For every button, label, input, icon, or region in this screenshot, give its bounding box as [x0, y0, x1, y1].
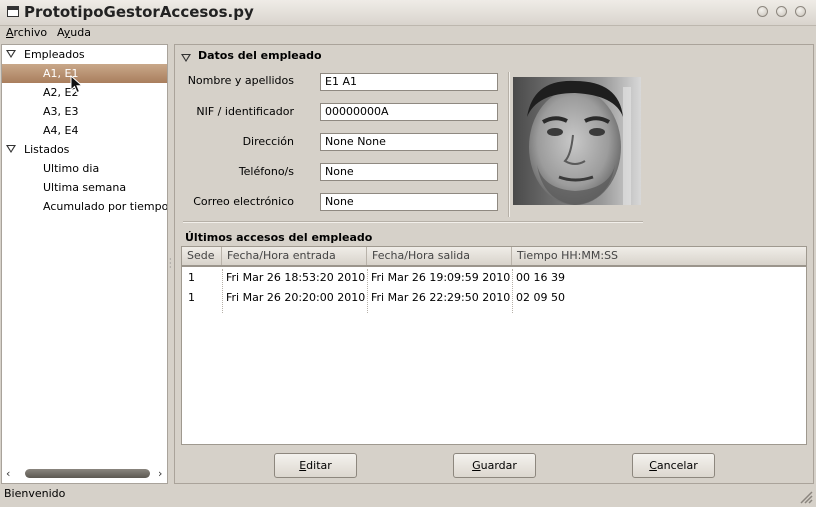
tree-item-label: A4, E4 [43, 124, 79, 137]
tree-item-employee-2[interactable]: A2, E2 [2, 83, 167, 102]
horizontal-scrollbar[interactable]: ‹ › [5, 468, 165, 480]
title-bar[interactable]: PrototipoGestorAccesos.py [0, 0, 816, 26]
scroll-left-icon[interactable]: ‹ [6, 468, 10, 480]
email-field[interactable]: None [320, 193, 498, 211]
employee-photo [513, 77, 641, 205]
column-header-entry[interactable]: Fecha/Hora entrada [222, 247, 367, 265]
table-cell-sede: 1 [188, 291, 195, 304]
navigation-tree[interactable]: Empleados A1, E1 A2, E2 A3, E3 A4, E4 Li… [1, 44, 168, 484]
tree-item-label: Ultima semana [43, 181, 127, 194]
table-cell-entry: Fri Mar 26 20:20:00 2010 [226, 291, 366, 304]
tree-group-listados[interactable]: Listados [2, 140, 167, 159]
table-cell-entry: Fri Mar 26 18:53:20 2010 [226, 271, 366, 284]
app-window-icon [7, 6, 19, 17]
horizontal-separator [183, 221, 643, 223]
access-table[interactable]: Sede Fecha/Hora entrada Fecha/Hora salid… [181, 246, 807, 445]
tree-group-empleados[interactable]: Empleados [2, 45, 167, 64]
address-field[interactable]: None None [320, 133, 498, 151]
pane-resize-handle[interactable]: · · · [169, 256, 173, 272]
tree-group-label: Listados [24, 143, 70, 156]
field-label-nif: NIF / identificador [196, 105, 294, 118]
scrollbar-thumb[interactable] [25, 469, 150, 478]
minimize-icon[interactable] [757, 6, 768, 17]
menu-ayuda[interactable]: Ayuda [57, 26, 91, 39]
nif-field[interactable]: 00000000A [320, 103, 498, 121]
table-cell-time: 00 16 39 [516, 271, 565, 284]
mouse-cursor-icon [70, 75, 84, 94]
menu-bar: Archivo Ayuda [0, 25, 816, 43]
tree-item-label: A3, E3 [43, 105, 79, 118]
section-employee-title: Datos del empleado [198, 49, 322, 62]
maximize-icon[interactable] [776, 6, 787, 17]
window-title: PrototipoGestorAccesos.py [24, 3, 254, 21]
status-bar: Bienvenido [0, 484, 816, 507]
table-cell-exit: Fri Mar 26 22:29:50 2010 [371, 291, 511, 304]
tree-item-label: Ultimo dia [43, 162, 100, 175]
menu-archivo[interactable]: Archivo [6, 26, 47, 39]
tree-item-employee-4[interactable]: A4, E4 [2, 121, 167, 140]
field-label-email: Correo electrónico [193, 195, 294, 208]
tree-item-acumulado[interactable]: Acumulado por tiempo [2, 197, 167, 216]
tree-item-ultimo-dia[interactable]: Ultimo dia [2, 159, 167, 178]
column-header-exit[interactable]: Fecha/Hora salida [367, 247, 512, 265]
table-header: Sede Fecha/Hora entrada Fecha/Hora salid… [182, 247, 806, 267]
status-text: Bienvenido [4, 487, 66, 500]
table-cell-sede: 1 [188, 271, 195, 284]
phone-field[interactable]: None [320, 163, 498, 181]
table-cell-time: 02 09 50 [516, 291, 565, 304]
edit-button[interactable]: Editar [274, 453, 357, 478]
tree-group-label: Empleados [24, 48, 85, 61]
expander-open-icon[interactable] [181, 54, 191, 62]
field-label-address: Dirección [242, 135, 294, 148]
employee-panel: Datos del empleado Nombre y apellidos E1… [174, 44, 814, 484]
field-label-name: Nombre y apellidos [187, 74, 294, 87]
cancel-button[interactable]: Cancelar [632, 453, 715, 478]
save-button[interactable]: Guardar [453, 453, 536, 478]
expander-open-icon[interactable] [6, 145, 16, 153]
column-header-time[interactable]: Tiempo HH:MM:SS [512, 247, 806, 265]
main-window: PrototipoGestorAccesos.py Archivo Ayuda … [0, 0, 816, 507]
tree-item-employee-3[interactable]: A3, E3 [2, 102, 167, 121]
field-label-phone: Teléfono/s [238, 165, 294, 178]
tree-item-employee-1[interactable]: A1, E1 [2, 64, 167, 83]
tree-item-label: Acumulado por tiempo [43, 200, 168, 213]
vertical-separator [508, 72, 510, 217]
close-icon[interactable] [795, 6, 806, 17]
column-header-sede[interactable]: Sede [182, 247, 222, 265]
table-cell-exit: Fri Mar 26 19:09:59 2010 [371, 271, 511, 284]
name-field[interactable]: E1 A1 [320, 73, 498, 91]
section-access-title: Últimos accesos del empleado [185, 231, 373, 244]
expander-open-icon[interactable] [6, 50, 16, 58]
tree-item-ultima-semana[interactable]: Ultima semana [2, 178, 167, 197]
scroll-right-icon[interactable]: › [158, 468, 162, 480]
resize-grip-icon[interactable] [799, 490, 813, 504]
